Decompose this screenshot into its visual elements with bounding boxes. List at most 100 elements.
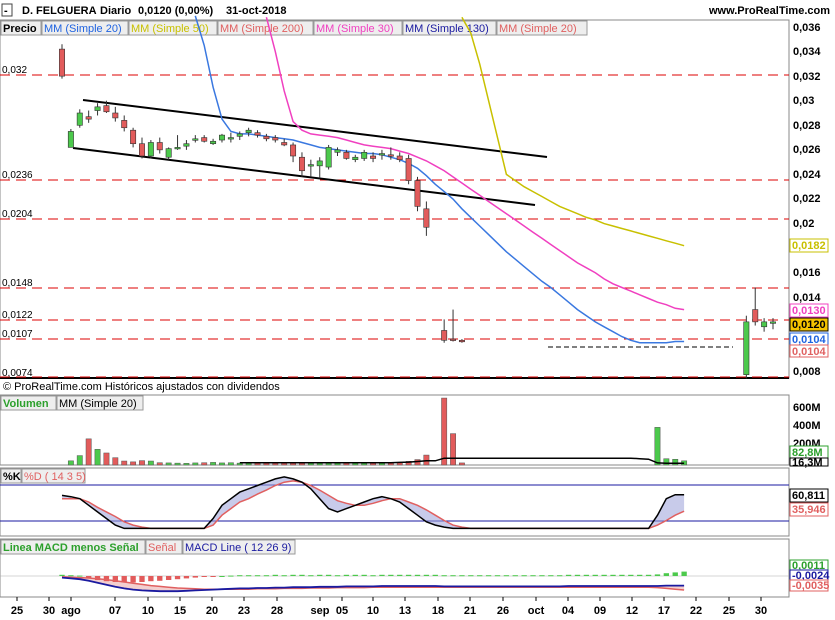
macd-hist-bar [352,574,358,576]
candle-body [183,143,190,147]
date-label: 31-oct-2018 [226,5,287,17]
volume-label: Volumen [3,398,49,410]
volume-ma-label[interactable]: MM (Simple 20) [59,398,137,410]
y-tick-0028: 0,028 [793,120,821,132]
y-tick-0026: 0,026 [793,144,821,156]
candle-body [290,144,297,157]
stoch-d-tag: 35,946 [792,504,826,516]
macd-hist-bar [423,574,430,576]
macd-hist-bar [379,574,385,576]
volume-bar [654,427,661,466]
macd-hist-bar [192,576,198,578]
macd-hist-bar [263,575,270,577]
macd-hist-bar [148,576,154,582]
macd-hist-bar [165,576,172,580]
site-label: www.ProRealTime.com [708,5,830,17]
legend-sma200[interactable]: MM (Simple 200) [220,23,304,35]
macd-hist-bar [432,574,438,576]
x-tick-label: 10 [142,605,154,617]
macd-hist-bar [583,574,590,576]
candle-body [378,153,385,156]
macd-line-label[interactable]: MACD Line ( 12 26 9) [185,542,291,554]
y-tick-0024: 0,024 [793,169,821,181]
x-tick-label: 15 [174,605,186,617]
volume-bar [67,460,74,466]
volume-bar [112,457,119,466]
macd-hist-bar [645,574,652,576]
candle-body [743,321,750,375]
candle-body [130,129,137,145]
macd-hist-bar [272,574,278,576]
macd-hist-bar [237,575,243,577]
copyright-note: © ProRealTime.com Históricos ajustados c… [3,381,280,393]
candle-body [139,143,145,157]
stoch-d-label[interactable]: %D ( 14 3 5) [24,471,86,483]
price-panel-frame [0,19,790,379]
macd-hist-bar [361,574,367,576]
macd-hist-bar [654,574,661,576]
candle-body [112,112,119,119]
expand-icon-glyph: - [4,5,8,17]
macd-hist-bar [68,575,74,577]
quote-label: 0,0120 (0,00%) [138,5,214,17]
hline-label-00074: 0,0074 [2,368,33,379]
candle-body [405,158,412,181]
macd-hist-bar [557,575,563,577]
macd-hist-bar [592,574,598,576]
candle-body [361,152,368,159]
hline-label-00107: 0,0107 [2,329,33,340]
x-tick-label: 04 [562,605,575,617]
candle-body [752,309,759,323]
macd-hist-bar [494,575,501,577]
candle-body [227,137,234,140]
vol-tag-ma: 16,3M [792,457,823,469]
volume-bar [192,462,199,466]
macd-hist-bar [663,573,670,576]
macd-hist-bar [672,572,678,576]
x-tick-label: 21 [464,605,476,617]
legend-sma130[interactable]: MM (Simple 130) [405,23,489,35]
candle-body [59,48,65,77]
candle-body [147,142,154,157]
macd-signal-label[interactable]: Señal [148,542,176,554]
candle-body [201,137,208,142]
tag-sma50: 0,0182 [792,240,826,252]
stoch-k-label[interactable]: %K [3,471,21,483]
legend-sma20[interactable]: MM (Simple 20) [44,23,122,35]
macd-hist-bar [210,576,216,577]
period-label: Diario [100,5,131,17]
volume-bar [210,462,217,466]
candle-body [396,155,403,160]
macd-hist-bar [628,574,634,576]
stoch-legend: %K %D ( 14 3 5) [0,468,86,484]
volume-bar [165,462,172,466]
x-tick-label: 12 [626,605,638,617]
legend-sma20-b[interactable]: MM (Simple 20) [499,23,577,35]
volume-bar [76,455,83,466]
x-tick-label: 20 [206,605,218,617]
legend-sma30[interactable]: MM (Simple 30) [316,23,394,35]
candle-body [307,164,314,167]
macd-hist-bar [512,575,518,577]
macd-hist-bar [334,575,341,577]
candle-body [414,180,421,207]
macd-hist-bar [601,574,607,576]
volume-bar [94,449,101,466]
candle-body [174,147,181,150]
macd-hist-bar [157,576,163,581]
macd-hist-bar [308,575,314,577]
x-tick-label: 17 [658,605,670,617]
volume-bar [147,460,154,466]
price-label: Precio [3,23,37,35]
candle-body [387,154,394,157]
macd-hist-label[interactable]: Linea MACD menos Señal [3,542,139,554]
legend-sma50[interactable]: MM (Simple 50) [131,23,209,35]
hline-label-00148: 0,0148 [2,278,33,289]
macd-hist-bar [610,574,616,576]
macd-hist-bar [441,575,447,577]
y-tick-003: 0,03 [793,95,814,107]
candle-body [272,137,279,141]
hline-label-00122: 0,0122 [2,310,33,321]
candle-body [770,321,776,324]
macd-hist-bar [459,575,465,577]
